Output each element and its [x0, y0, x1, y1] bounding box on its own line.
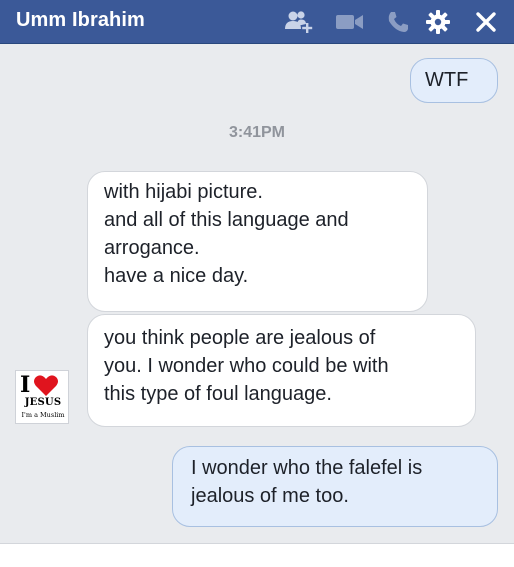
avatar-caption: I'm a Muslim	[21, 411, 65, 419]
message-line: arrogance.	[104, 237, 200, 259]
add-friend-icon[interactable]	[284, 9, 314, 35]
message-line: this type of foul language.	[104, 383, 332, 405]
message-line: and all of this language and	[104, 209, 349, 231]
message-line: jealous of me too.	[191, 485, 349, 507]
chat-header: Umm Ibrahim	[0, 0, 514, 44]
close-icon[interactable]	[474, 10, 498, 34]
avatar-letter: I	[20, 372, 31, 398]
sender-avatar[interactable]: I JESUS I'm a Muslim	[15, 370, 69, 424]
incoming-message[interactable]: you think people are jealous of you. I w…	[87, 314, 476, 427]
incoming-message[interactable]: with hijabi picture. and all of this lan…	[87, 171, 428, 312]
outgoing-message[interactable]: I wonder who the falefel is jealous of m…	[172, 446, 498, 527]
outgoing-message[interactable]: WTF	[410, 58, 498, 103]
message-line: you think people are jealous of	[104, 327, 376, 349]
message-line: WTF	[425, 69, 469, 91]
message-timestamp: 3:41PM	[228, 124, 286, 141]
message-composer[interactable]	[0, 543, 514, 567]
video-call-icon[interactable]	[335, 12, 365, 32]
message-line: with hijabi picture.	[104, 181, 263, 203]
chat-title[interactable]: Umm Ibrahim	[16, 9, 145, 32]
settings-gear-icon[interactable]	[425, 9, 451, 35]
message-line: you. I wonder who could be with	[104, 355, 389, 377]
message-line: I wonder who the falefel is	[191, 457, 423, 479]
voice-call-icon[interactable]	[386, 10, 410, 34]
avatar-word: JESUS	[24, 397, 62, 408]
message-line: have a nice day.	[104, 265, 249, 287]
